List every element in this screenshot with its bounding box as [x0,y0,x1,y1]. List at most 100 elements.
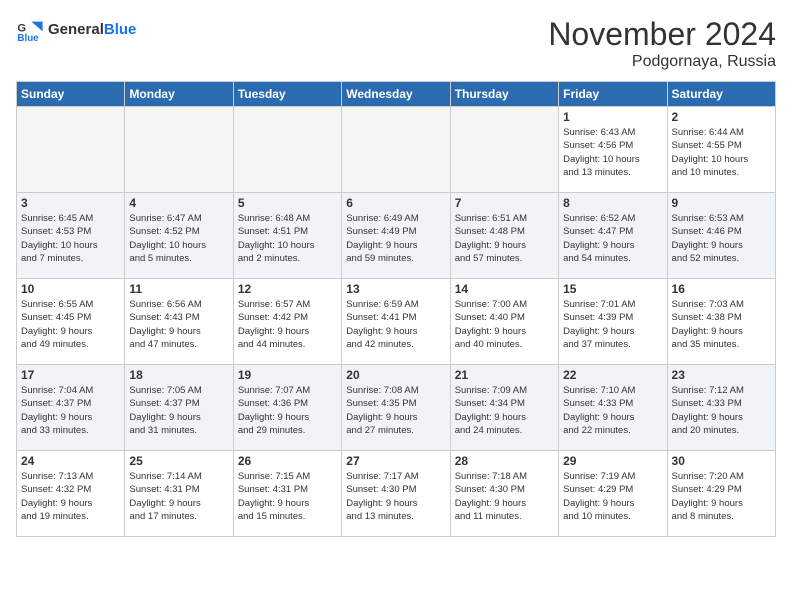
calendar-cell: 26 Sunrise: 7:15 AM Sunset: 4:31 PM Dayli… [233,451,341,537]
day-number: 15 [563,282,662,296]
day-number: 1 [563,110,662,124]
calendar-body: 1 Sunrise: 6:43 AM Sunset: 4:56 PM Daylig… [17,107,776,537]
day-number: 2 [672,110,771,124]
calendar: SundayMondayTuesdayWednesdayThursdayFrid… [16,81,776,537]
calendar-cell [342,107,450,193]
day-number: 28 [455,454,554,468]
calendar-cell: 25Sunrise: 7:14 AM Sunset: 4:31 PM Dayli… [125,451,233,537]
day-number: 11 [129,282,228,296]
calendar-cell: 23 Sunrise: 7:12 AM Sunset: 4:33 PM Dayli… [667,365,775,451]
day-number: 8 [563,196,662,210]
day-number: 26 [238,454,337,468]
day-number: 18 [129,368,228,382]
calendar-cell: 8 Sunrise: 6:52 AM Sunset: 4:47 PM Daylig… [559,193,667,279]
day-info: Sunrise: 6:57 AM Sunset: 4:42 PM Dayligh… [238,298,337,351]
calendar-cell: 12 Sunrise: 6:57 AM Sunset: 4:42 PM Dayli… [233,279,341,365]
calendar-cell: 18 Sunrise: 7:05 AM Sunset: 4:37 PM Dayli… [125,365,233,451]
calendar-cell: 11 Sunrise: 6:56 AM Sunset: 4:43 PM Dayli… [125,279,233,365]
logo-blue: Blue [104,21,137,38]
calendar-cell: 10Sunrise: 6:55 AM Sunset: 4:45 PM Dayli… [17,279,125,365]
day-number: 24 [21,454,120,468]
weekday-header-thursday: Thursday [450,82,558,107]
day-info: Sunrise: 7:17 AM Sunset: 4:30 PM Dayligh… [346,470,445,523]
day-info: Sunrise: 6:43 AM Sunset: 4:56 PM Dayligh… [563,126,662,179]
day-info: Sunrise: 6:49 AM Sunset: 4:49 PM Dayligh… [346,212,445,265]
day-info: Sunrise: 6:53 AM Sunset: 4:46 PM Dayligh… [672,212,771,265]
day-info: Sunrise: 7:12 AM Sunset: 4:33 PM Dayligh… [672,384,771,437]
weekday-header-wednesday: Wednesday [342,82,450,107]
day-number: 23 [672,368,771,382]
day-number: 27 [346,454,445,468]
weekday-header-tuesday: Tuesday [233,82,341,107]
calendar-cell: 2 Sunrise: 6:44 AM Sunset: 4:55 PM Daylig… [667,107,775,193]
weekday-header-saturday: Saturday [667,82,775,107]
day-info: Sunrise: 7:10 AM Sunset: 4:33 PM Dayligh… [563,384,662,437]
calendar-cell: 28Sunrise: 7:18 AM Sunset: 4:30 PM Dayli… [450,451,558,537]
day-info: Sunrise: 7:00 AM Sunset: 4:40 PM Dayligh… [455,298,554,351]
calendar-cell: 3 Sunrise: 6:45 AM Sunset: 4:53 PM Daylig… [17,193,125,279]
weekday-header-sunday: Sunday [17,82,125,107]
day-info: Sunrise: 6:52 AM Sunset: 4:47 PM Dayligh… [563,212,662,265]
week-row-4: 17Sunrise: 7:04 AM Sunset: 4:37 PM Dayli… [17,365,776,451]
day-info: Sunrise: 6:47 AM Sunset: 4:52 PM Dayligh… [129,212,228,265]
calendar-cell [125,107,233,193]
calendar-cell: 22Sunrise: 7:10 AM Sunset: 4:33 PM Dayli… [559,365,667,451]
calendar-cell: 27 Sunrise: 7:17 AM Sunset: 4:30 PM Dayli… [342,451,450,537]
calendar-cell: 13 Sunrise: 6:59 AM Sunset: 4:41 PM Dayli… [342,279,450,365]
day-number: 16 [672,282,771,296]
main-title: November 2024 [548,16,776,53]
day-info: Sunrise: 7:01 AM Sunset: 4:39 PM Dayligh… [563,298,662,351]
calendar-cell: 15 Sunrise: 7:01 AM Sunset: 4:39 PM Dayli… [559,279,667,365]
day-number: 25 [129,454,228,468]
day-info: Sunrise: 7:20 AM Sunset: 4:29 PM Dayligh… [672,470,771,523]
calendar-cell [233,107,341,193]
weekday-header-row: SundayMondayTuesdayWednesdayThursdayFrid… [17,82,776,107]
calendar-cell: 7Sunrise: 6:51 AM Sunset: 4:48 PM Daylig… [450,193,558,279]
day-info: Sunrise: 7:09 AM Sunset: 4:34 PM Dayligh… [455,384,554,437]
calendar-cell: 1 Sunrise: 6:43 AM Sunset: 4:56 PM Daylig… [559,107,667,193]
day-info: Sunrise: 7:13 AM Sunset: 4:32 PM Dayligh… [21,470,120,523]
day-number: 13 [346,282,445,296]
day-number: 20 [346,368,445,382]
calendar-cell: 24 Sunrise: 7:13 AM Sunset: 4:32 PM Dayli… [17,451,125,537]
logo-general: General [48,21,104,38]
day-number: 9 [672,196,771,210]
day-number: 29 [563,454,662,468]
day-number: 12 [238,282,337,296]
day-number: 21 [455,368,554,382]
day-number: 4 [129,196,228,210]
logo-icon: G Blue [16,16,44,44]
logo: G Blue GeneralBlue [16,16,136,44]
day-number: 30 [672,454,771,468]
calendar-cell: 30 Sunrise: 7:20 AM Sunset: 4:29 PM Dayli… [667,451,775,537]
calendar-cell: 21 Sunrise: 7:09 AM Sunset: 4:34 PM Dayli… [450,365,558,451]
calendar-cell: 20 Sunrise: 7:08 AM Sunset: 4:35 PM Dayli… [342,365,450,451]
day-info: Sunrise: 7:15 AM Sunset: 4:31 PM Dayligh… [238,470,337,523]
day-info: Sunrise: 7:05 AM Sunset: 4:37 PM Dayligh… [129,384,228,437]
svg-text:Blue: Blue [17,33,39,44]
day-info: Sunrise: 7:04 AM Sunset: 4:37 PM Dayligh… [21,384,120,437]
calendar-cell: 6 Sunrise: 6:49 AM Sunset: 4:49 PM Daylig… [342,193,450,279]
day-number: 3 [21,196,120,210]
day-info: Sunrise: 7:19 AM Sunset: 4:29 PM Dayligh… [563,470,662,523]
week-row-2: 3 Sunrise: 6:45 AM Sunset: 4:53 PM Daylig… [17,193,776,279]
day-info: Sunrise: 6:56 AM Sunset: 4:43 PM Dayligh… [129,298,228,351]
header-area: G Blue GeneralBlue November 2024 Podgorn… [16,16,776,71]
page: G Blue GeneralBlue November 2024 Podgorn… [0,0,792,547]
calendar-cell: 19 Sunrise: 7:07 AM Sunset: 4:36 PM Dayli… [233,365,341,451]
day-number: 5 [238,196,337,210]
calendar-cell [17,107,125,193]
weekday-header-monday: Monday [125,82,233,107]
calendar-cell: 9 Sunrise: 6:53 AM Sunset: 4:46 PM Daylig… [667,193,775,279]
day-number: 6 [346,196,445,210]
day-info: Sunrise: 6:51 AM Sunset: 4:48 PM Dayligh… [455,212,554,265]
day-info: Sunrise: 6:44 AM Sunset: 4:55 PM Dayligh… [672,126,771,179]
day-info: Sunrise: 7:07 AM Sunset: 4:36 PM Dayligh… [238,384,337,437]
logo-text: GeneralBlue [48,21,136,39]
day-info: Sunrise: 7:08 AM Sunset: 4:35 PM Dayligh… [346,384,445,437]
day-number: 10 [21,282,120,296]
day-info: Sunrise: 6:45 AM Sunset: 4:53 PM Dayligh… [21,212,120,265]
subtitle: Podgornaya, Russia [548,53,776,71]
day-info: Sunrise: 6:59 AM Sunset: 4:41 PM Dayligh… [346,298,445,351]
day-number: 19 [238,368,337,382]
